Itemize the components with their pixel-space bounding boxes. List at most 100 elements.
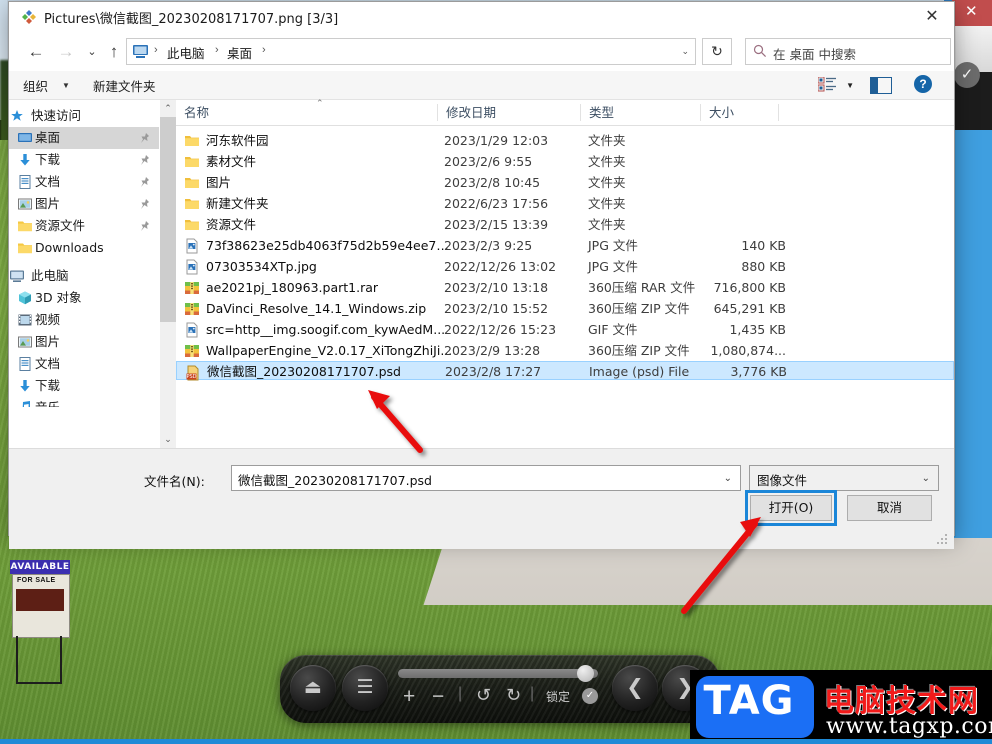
- eject-button[interactable]: ⏏: [290, 665, 336, 711]
- cancel-button[interactable]: 取消: [847, 495, 932, 521]
- help-icon[interactable]: ?: [914, 75, 932, 93]
- archive-file-icon: [184, 301, 200, 317]
- forward-button[interactable]: →: [53, 39, 79, 65]
- organize-button[interactable]: 组织: [23, 76, 48, 95]
- sign-body: FOR SALE: [12, 574, 70, 638]
- watermark-url: www.tagxp.com: [826, 714, 992, 739]
- new-folder-button[interactable]: 新建文件夹: [93, 76, 156, 95]
- file-size: 716,800 KB: [713, 280, 786, 295]
- nav-group-quick-access[interactable]: 快速访问: [9, 105, 159, 127]
- chevron-down-icon[interactable]: ▼: [846, 81, 854, 90]
- table-row[interactable]: ae2021pj_180963.part1.rar 2023/2/10 13:18…: [176, 277, 954, 298]
- file-list-pane: ⌃ 名称 修改日期 类型 大小 河东软件园 2023/1/29 12:03 文件夹素…: [176, 98, 954, 448]
- dialog-title: Pictures\微信截图_20230208171707.png [3/3]: [44, 12, 339, 27]
- nav-group-this-pc[interactable]: 此电脑: [9, 265, 159, 287]
- chevron-down-icon[interactable]: ⌄: [724, 473, 732, 484]
- table-row[interactable]: 图片 2023/2/8 10:45 文件夹: [176, 172, 954, 193]
- sidebar-item-pictures-pc[interactable]: 图片: [9, 331, 159, 353]
- lock-check-icon[interactable]: ✓: [582, 688, 598, 704]
- table-row-selected[interactable]: PSD 微信截图_20230208171707.psd 2023/2/8 17:27…: [176, 361, 954, 381]
- sidebar-item-downloads-cn[interactable]: 下载: [9, 149, 159, 171]
- sidebar-item-label: 视频: [35, 312, 61, 327]
- navigation-bar: ← → ⌄ ↑ › 此电脑 › 桌面 › ⌄ ↻ 在 桌面 中搜索: [9, 33, 954, 71]
- file-name: ae2021pj_180963.part1.rar: [206, 280, 379, 295]
- sidebar-item-resource-files[interactable]: 资源文件: [9, 215, 159, 237]
- sidebar-item-desktop[interactable]: 桌面: [9, 127, 159, 149]
- preview-pane-icon[interactable]: [870, 77, 892, 94]
- column-divider[interactable]: [778, 104, 779, 121]
- file-list-header: ⌃ 名称 修改日期 类型 大小: [176, 98, 954, 126]
- chevron-down-icon[interactable]: ⌄: [681, 46, 689, 57]
- pin-icon[interactable]: [139, 153, 151, 167]
- sidebar-item-label: 下载: [35, 152, 61, 167]
- open-button[interactable]: 打开(O): [750, 495, 832, 521]
- sidebar-item-music[interactable]: 音乐: [9, 397, 159, 407]
- column-header-date[interactable]: 修改日期: [438, 100, 581, 125]
- sidebar-item-downloads-pc[interactable]: 下载: [9, 375, 159, 397]
- progress-slider-track[interactable]: [398, 669, 598, 678]
- file-name: 07303534XTp.jpg: [206, 259, 317, 274]
- column-header-name[interactable]: 名称: [176, 100, 450, 125]
- column-header-type[interactable]: 类型: [581, 100, 701, 125]
- table-row[interactable]: WallpaperEngine_V2.0.17_XiTongZhiJi... 20…: [176, 340, 954, 361]
- sidebar-item-documents[interactable]: 文档: [9, 171, 159, 193]
- bg-app-close-button[interactable]: ✕: [952, 0, 992, 26]
- file-type: 文件夹: [588, 175, 626, 190]
- bg-check-icon[interactable]: ✓: [954, 62, 980, 88]
- watermark: TAG 电脑技术网 www.tagxp.com: [690, 670, 992, 744]
- sidebar-item-documents-pc[interactable]: 文档: [9, 353, 159, 375]
- zoom-out-button[interactable]: −: [432, 685, 444, 709]
- table-row[interactable]: 07303534XTp.jpg 2022/12/26 13:02 JPG 文件 880…: [176, 256, 954, 277]
- back-button[interactable]: ←: [23, 39, 49, 65]
- redo-button[interactable]: ↻: [506, 685, 521, 706]
- sign-forsale-label: FOR SALE: [17, 577, 56, 584]
- table-row[interactable]: 素材文件 2023/2/6 9:55 文件夹: [176, 151, 954, 172]
- dialog-close-button[interactable]: ✕: [910, 2, 954, 32]
- zoom-in-button[interactable]: +: [403, 685, 415, 709]
- list-view-icon[interactable]: [817, 76, 836, 92]
- scrollbar-thumb[interactable]: [160, 117, 176, 322]
- chevron-down-icon[interactable]: ⌄: [922, 473, 930, 484]
- filename-input[interactable]: 微信截图_20230208171707.psd ⌄: [231, 465, 741, 491]
- dialog-titlebar[interactable]: Pictures\微信截图_20230208171707.png [3/3] ✕: [9, 2, 954, 33]
- resize-grip[interactable]: [937, 534, 947, 544]
- progress-slider-knob[interactable]: [577, 665, 594, 682]
- sign-post-right: [60, 636, 62, 684]
- navpane-scrollbar[interactable]: ⌃ ⌄: [159, 100, 176, 448]
- pin-icon[interactable]: [139, 197, 151, 211]
- table-row[interactable]: 河东软件园 2023/1/29 12:03 文件夹: [176, 130, 954, 151]
- pin-icon[interactable]: [139, 175, 151, 189]
- filetype-select[interactable]: 图像文件 ⌄: [749, 465, 939, 491]
- refresh-button[interactable]: ↻: [702, 38, 732, 65]
- sidebar-item-downloads-en[interactable]: Downloads: [9, 237, 159, 259]
- menu-button[interactable]: ☰: [342, 665, 388, 711]
- scroll-up-button[interactable]: ⌃: [160, 100, 176, 117]
- chevron-down-icon[interactable]: ▼: [62, 81, 70, 90]
- table-row[interactable]: 资源文件 2023/2/15 13:39 文件夹: [176, 214, 954, 235]
- file-type: 文件夹: [588, 217, 626, 232]
- file-type: 文件夹: [588, 154, 626, 169]
- this-pc-icon: [132, 44, 149, 59]
- folder-icon: [17, 240, 33, 256]
- table-row[interactable]: 73f38623e25db4063f75d2b59e4ee79... 2023/2…: [176, 235, 954, 256]
- file-name: 图片: [206, 175, 232, 190]
- table-row[interactable]: src=http__img.soogif.com_kywAedM... 2022/…: [176, 319, 954, 340]
- breadcrumb-item-desktop[interactable]: 桌面: [227, 43, 252, 62]
- table-row[interactable]: 新建文件夹 2022/6/23 17:56 文件夹: [176, 193, 954, 214]
- pin-icon[interactable]: [139, 131, 151, 145]
- table-row[interactable]: DaVinci_Resolve_14.1_Windows.zip 2023/2/1…: [176, 298, 954, 319]
- breadcrumb-bar[interactable]: › 此电脑 › 桌面 › ⌄: [126, 38, 696, 65]
- up-button[interactable]: ↑: [101, 39, 127, 65]
- previous-button[interactable]: ❮: [612, 665, 658, 711]
- sidebar-item-videos[interactable]: 视频: [9, 309, 159, 331]
- sidebar-item-pictures[interactable]: 图片: [9, 193, 159, 215]
- search-box[interactable]: 在 桌面 中搜索: [745, 38, 951, 65]
- breadcrumb-item-this-pc[interactable]: 此电脑: [167, 43, 205, 62]
- sidebar-item-3d-objects[interactable]: 3D 对象: [9, 287, 159, 309]
- nav-group-label: 快速访问: [31, 108, 82, 123]
- undo-button[interactable]: ↺: [476, 685, 491, 706]
- open-file-dialog: Pictures\微信截图_20230208171707.png [3/3] ✕…: [8, 1, 955, 549]
- pin-icon[interactable]: [139, 219, 151, 233]
- this-pc-icon: [9, 268, 25, 284]
- scroll-down-button[interactable]: ⌄: [160, 431, 176, 448]
